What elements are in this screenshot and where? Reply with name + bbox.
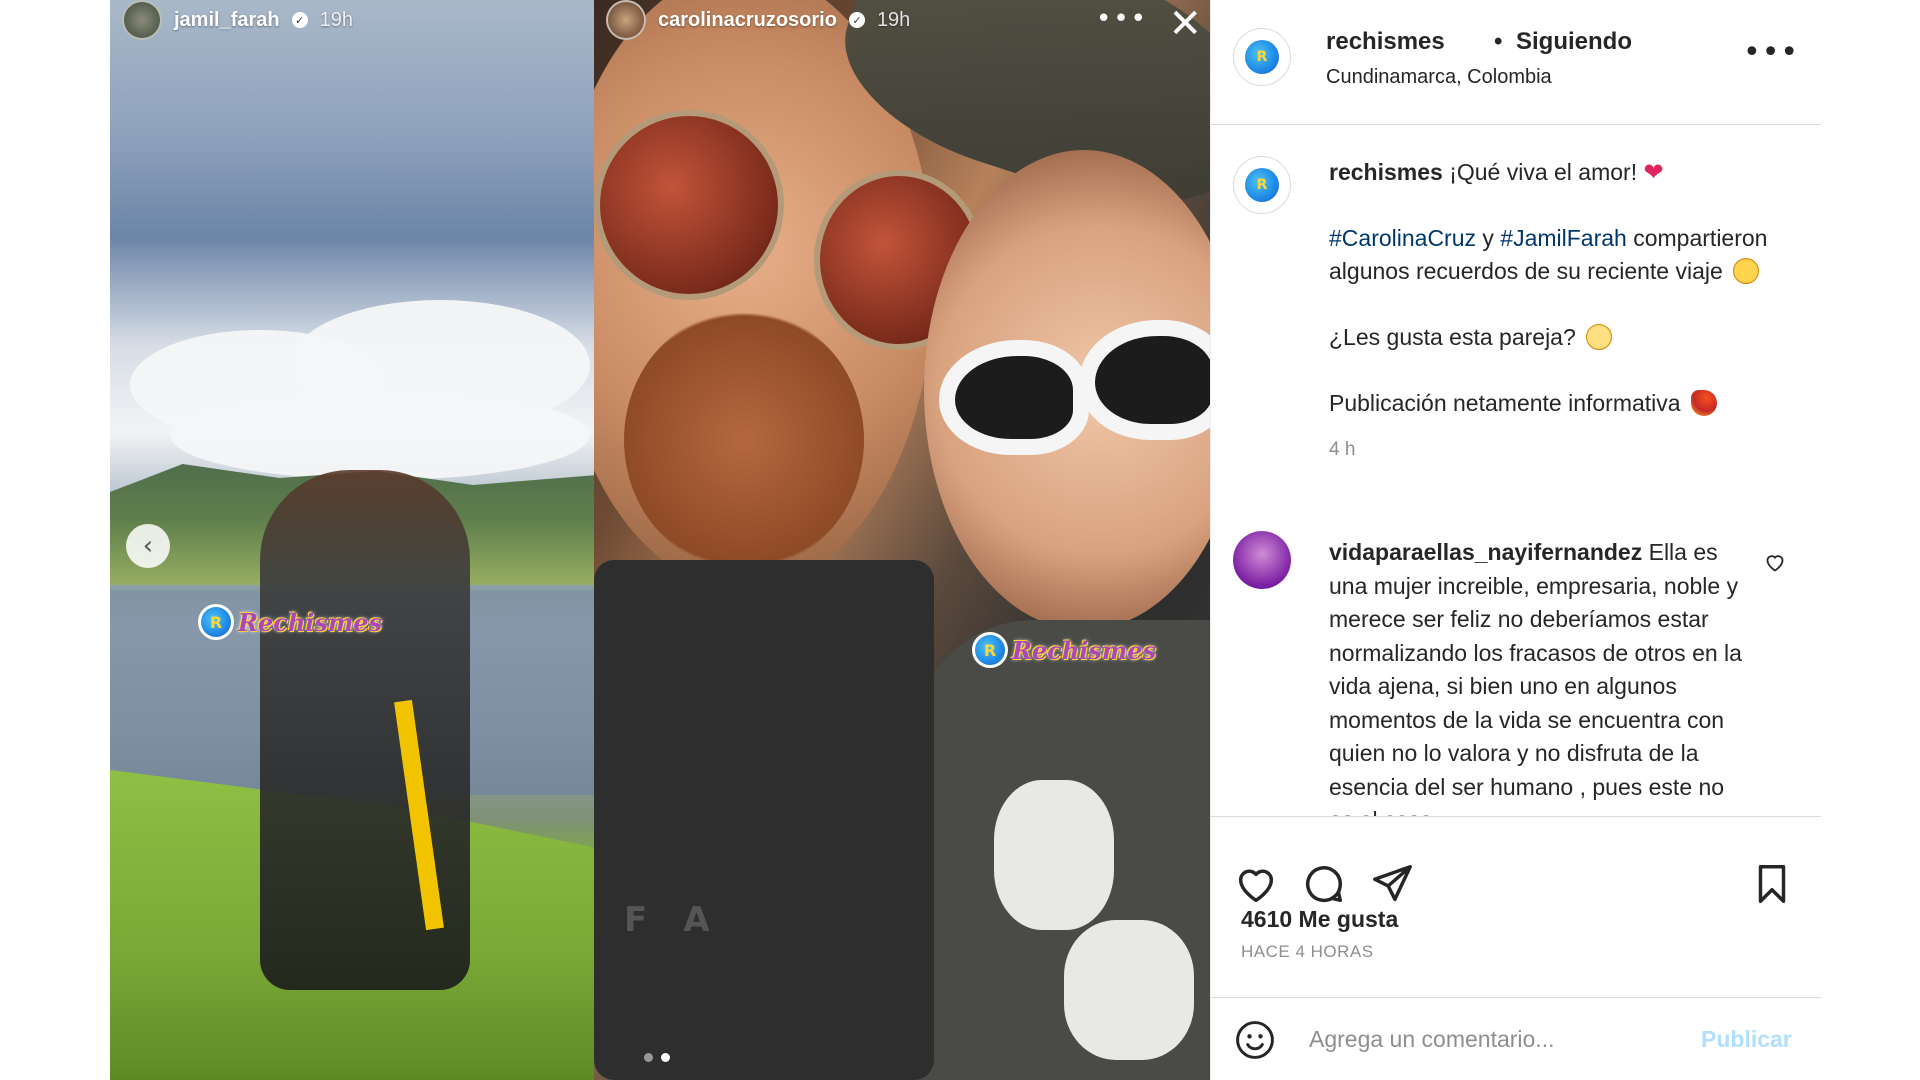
author-logo-icon: R: [1245, 168, 1279, 202]
watermark-logo: R Rechismes: [198, 604, 382, 640]
white-sunglasses: [939, 340, 1089, 455]
hashtag-link[interactable]: #CarolinaCruz: [1329, 225, 1476, 251]
carousel-dot-active[interactable]: [661, 1053, 670, 1062]
author-avatar[interactable]: R: [1233, 28, 1291, 86]
share-send-icon[interactable]: [1369, 861, 1415, 907]
sunglasses-lens: [594, 110, 784, 300]
story-avatar[interactable]: [606, 0, 646, 40]
verified-badge-icon: ✓: [291, 12, 308, 28]
author-username[interactable]: rechismes: [1326, 28, 1445, 56]
caption-line: ¿Les gusta esta pareja?: [1329, 324, 1576, 350]
post-header: R rechismes • Siguiendo Cundinamarca, Co…: [1211, 0, 1821, 125]
story-username[interactable]: jamil_farah: [174, 9, 280, 32]
commenter-avatar[interactable]: [1233, 531, 1291, 589]
story-more-icon[interactable]: •••: [1096, 4, 1148, 34]
heart-emoji-icon: ❤: [1643, 159, 1664, 186]
story-header-right: carolinacruzosorio ✓ 19h: [594, 0, 910, 40]
story-header-left: jamil_farah ✓ 19h: [110, 0, 353, 40]
verified-badge-icon: ✓: [848, 12, 865, 28]
chevron-left-icon: ‹: [142, 531, 154, 561]
commenter-username[interactable]: vidaparaellas_nayifernandez: [1329, 539, 1642, 565]
watermark-logo-icon: R: [198, 604, 234, 640]
comment-like-heart-icon[interactable]: [1763, 550, 1787, 574]
comment-bubble-icon[interactable]: [1301, 861, 1347, 907]
like-heart-icon[interactable]: [1233, 861, 1279, 907]
caption-line: Publicación netamente informativa: [1329, 390, 1681, 416]
likes-count[interactable]: 4610 Me gusta: [1241, 906, 1398, 933]
caption-time[interactable]: 4 h: [1329, 433, 1789, 466]
watermark-logo-icon: R: [972, 632, 1008, 668]
hoodie-pattern: [994, 780, 1114, 930]
caption-line: ¡Qué viva el amor!: [1449, 159, 1638, 185]
post-caption: rechismes ¡Qué viva el amor! ❤ #Carolina…: [1329, 156, 1789, 466]
following-button[interactable]: Siguiendo: [1516, 28, 1632, 56]
save-bookmark-icon[interactable]: [1749, 861, 1795, 907]
beard-shape: [624, 310, 864, 570]
carousel-indicator: [644, 1053, 670, 1062]
story-avatar[interactable]: [122, 0, 162, 40]
publish-button[interactable]: Publicar: [1701, 1026, 1792, 1053]
post-sidebar: R rechismes • Siguiendo Cundinamarca, Co…: [1210, 0, 1821, 1080]
post-media-carousel[interactable]: jamil_farah ✓ 19h R Rechismes ‹ FA carol…: [110, 0, 1210, 1080]
previous-slide-button[interactable]: ‹: [126, 524, 170, 568]
grin-emoji-icon: [1586, 324, 1613, 350]
instagram-post-modal: jamil_farah ✓ 19h R Rechismes ‹ FA carol…: [0, 0, 1920, 1080]
watermark-text: Rechismes: [1012, 635, 1157, 665]
microphone-emoji-icon: [1690, 390, 1717, 416]
caption-connector: y: [1476, 225, 1501, 251]
watermark-text: Rechismes: [238, 607, 383, 637]
comment-input[interactable]: [1309, 1016, 1669, 1062]
close-icon[interactable]: ✕: [1168, 4, 1202, 44]
caption-author-avatar[interactable]: R: [1233, 156, 1291, 214]
comments-section[interactable]: R rechismes ¡Qué viva el amor! ❤ #Caroli…: [1211, 126, 1821, 816]
author-logo-icon: R: [1245, 40, 1279, 74]
cloud-shape: [170, 390, 590, 480]
hoodie-pattern: [1064, 920, 1194, 1060]
comment-item: vidaparaellas_nayifernandez Ella es una …: [1329, 536, 1749, 816]
comment-text: Ella es una mujer increible, empresaria,…: [1329, 539, 1742, 816]
story-image-left: jamil_farah ✓ 19h R Rechismes ‹: [110, 0, 594, 1080]
add-comment-bar: Publicar: [1211, 997, 1821, 1080]
star-eyes-emoji-icon: [1733, 258, 1760, 284]
watermark-logo: R Rechismes: [972, 632, 1156, 668]
tshirt-shape: [594, 560, 934, 1080]
post-timestamp[interactable]: HACE 4 HORAS: [1241, 942, 1374, 962]
story-time: 19h: [319, 8, 353, 31]
post-location[interactable]: Cundinamarca, Colombia: [1326, 66, 1552, 89]
caption-username[interactable]: rechismes: [1329, 159, 1443, 185]
tshirt-print: FA: [624, 900, 750, 940]
carousel-dot[interactable]: [644, 1053, 653, 1062]
story-image-right: FA carolinacruzosorio ✓ 19h ••• ✕ R Rech…: [594, 0, 1210, 1080]
more-options-icon[interactable]: •••: [1743, 38, 1799, 68]
emoji-picker-icon[interactable]: [1233, 1018, 1277, 1062]
story-time: 19h: [876, 8, 911, 31]
header-separator: •: [1494, 28, 1503, 55]
story-username[interactable]: carolinacruzosorio: [658, 9, 837, 32]
hashtag-link[interactable]: #JamilFarah: [1500, 225, 1627, 251]
